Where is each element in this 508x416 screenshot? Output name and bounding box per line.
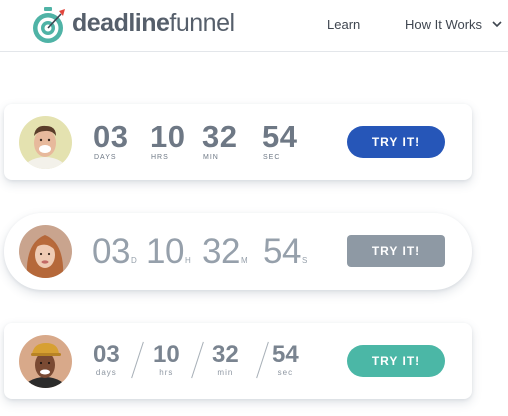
avatar <box>19 225 72 278</box>
timer-seconds: 54 sec <box>272 341 299 378</box>
timer-unit: hrs <box>159 368 174 377</box>
timer-minutes: 32M <box>202 232 248 272</box>
timer-hours: 10 HRS <box>150 119 186 162</box>
timer-seconds: 54 SEC <box>262 119 298 162</box>
timer-unit: D <box>130 256 137 265</box>
try-it-button[interactable]: TRY IT! <box>347 126 445 158</box>
timer-value: 10 <box>153 341 180 368</box>
countdown-card-style-1: 03 DAYS 10 HRS 32 MIN 54 SEC TRY IT! <box>4 104 472 180</box>
timer-unit: DAYS <box>94 154 117 161</box>
timer-value: 03 <box>93 119 129 154</box>
timer-unit: M <box>240 256 248 265</box>
timer-value: 54 <box>262 119 298 154</box>
timer-value: 10 <box>150 119 186 154</box>
brand-name[interactable]: deadlinefunnel <box>72 9 235 38</box>
timer-unit: H <box>184 256 191 265</box>
brand-bold: deadline <box>72 9 170 37</box>
timer-unit: days <box>95 368 117 377</box>
timer-value: 32 <box>202 232 240 271</box>
timer-divider <box>131 341 144 379</box>
timer-minutes: 32 MIN <box>202 119 238 162</box>
site-header: deadlinefunnel Learn How It Works <box>0 0 508 52</box>
timer-days: 03 days <box>93 341 120 378</box>
timer-unit: min <box>217 368 234 377</box>
try-it-button[interactable]: TRY IT! <box>347 345 445 377</box>
brand-light: funnel <box>169 9 235 37</box>
timer-seconds: 54S <box>263 232 307 272</box>
timer-value: 03 <box>93 341 120 368</box>
avatar <box>19 335 72 388</box>
timer-unit: MIN <box>203 154 219 161</box>
timer-value: 03 <box>92 232 130 271</box>
timer-hours: 10 hrs <box>153 341 180 378</box>
timer-days: 03 DAYS <box>93 119 129 162</box>
countdown-card-style-2: 03D 10H 32M 54S TRY IT! <box>4 213 472 290</box>
timer-value: 32 <box>202 119 238 154</box>
timer-unit: HRS <box>151 154 169 161</box>
countdown-card-style-3: 03 days 10 hrs 32 min 54 sec TRY IT! <box>4 323 472 399</box>
timer-minutes: 32 min <box>212 341 239 378</box>
timer-unit: sec <box>277 368 294 377</box>
timer-unit: S <box>301 256 308 265</box>
timer-divider <box>191 341 204 379</box>
stopwatch-target-icon[interactable] <box>30 6 66 44</box>
nav-learn-link[interactable]: Learn <box>327 17 360 32</box>
timer-unit: SEC <box>263 154 281 161</box>
avatar <box>19 116 72 169</box>
timer-value: 32 <box>212 341 239 368</box>
nav-how-it-works-link[interactable]: How It Works <box>405 17 482 32</box>
timer-days: 03D <box>92 232 137 272</box>
timer-value: 10 <box>146 232 184 271</box>
timer-value: 54 <box>272 341 299 368</box>
try-it-button[interactable]: TRY IT! <box>347 235 445 267</box>
timer-divider <box>256 341 269 379</box>
timer-value: 54 <box>263 232 301 271</box>
chevron-down-icon[interactable] <box>492 20 502 28</box>
timer-hours: 10H <box>146 232 191 272</box>
